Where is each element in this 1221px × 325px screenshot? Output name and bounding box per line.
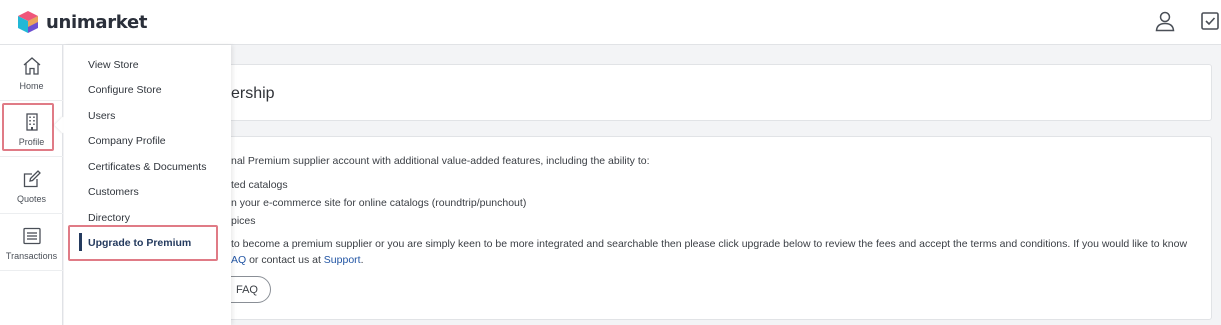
rail-label-quotes: Quotes bbox=[16, 193, 47, 204]
page-title-card: ership bbox=[68, 64, 1212, 121]
user-icon[interactable] bbox=[1154, 10, 1176, 32]
rail-item-quotes[interactable]: Quotes bbox=[0, 158, 63, 214]
edit-icon bbox=[23, 169, 41, 187]
paragraph-mid-text: or contact us at bbox=[246, 254, 324, 266]
faq-link[interactable]: AQ bbox=[231, 254, 246, 266]
submenu-item-upgrade-to-premium[interactable]: Upgrade to Premium bbox=[88, 237, 191, 249]
bullet-item: ted catalogs bbox=[231, 179, 288, 191]
left-rail: Home Profile Quotes Transactions bbox=[0, 45, 63, 325]
submenu-item-certificates-documents[interactable]: Certificates & Documents bbox=[88, 161, 206, 173]
rail-label-profile: Profile bbox=[18, 136, 45, 147]
submenu-item-directory[interactable]: Directory bbox=[88, 212, 130, 224]
paragraph-line-2: AQ or contact us at Support. bbox=[231, 254, 364, 266]
tasks-check-icon[interactable] bbox=[1199, 10, 1221, 32]
submenu-item-users[interactable]: Users bbox=[88, 110, 115, 122]
building-icon bbox=[25, 112, 38, 131]
support-link[interactable]: Support bbox=[324, 254, 361, 266]
upgrade-info-card: nal Premium supplier account with additi… bbox=[68, 136, 1212, 320]
paragraph-end-text: . bbox=[360, 254, 364, 266]
submenu-item-company-profile[interactable]: Company Profile bbox=[88, 135, 166, 147]
unimarket-logo-icon bbox=[18, 11, 38, 33]
top-bar: unimarket bbox=[0, 0, 1221, 45]
rail-item-transactions[interactable]: Transactions bbox=[0, 215, 63, 271]
submenu-item-view-store[interactable]: View Store bbox=[88, 59, 139, 71]
rail-label-transactions: Transactions bbox=[5, 250, 58, 261]
active-indicator bbox=[79, 233, 82, 251]
page-title: ership bbox=[231, 85, 275, 102]
list-icon bbox=[22, 227, 41, 244]
home-icon bbox=[23, 56, 40, 75]
submenu-item-configure-store[interactable]: Configure Store bbox=[88, 84, 162, 96]
bullet-item: pices bbox=[231, 215, 256, 227]
intro-text: nal Premium supplier account with additi… bbox=[231, 155, 650, 167]
bullet-item: n your e-commerce site for online catalo… bbox=[231, 197, 527, 209]
rail-label-home: Home bbox=[19, 80, 44, 91]
rail-item-profile[interactable]: Profile bbox=[0, 101, 63, 157]
paragraph-line-1: to become a premium supplier or you are … bbox=[231, 238, 1188, 250]
logo-text: unimarket bbox=[46, 11, 148, 33]
profile-submenu: View Store Configure Store Users Company… bbox=[64, 45, 231, 325]
rail-item-home[interactable]: Home bbox=[0, 45, 63, 101]
submenu-item-customers[interactable]: Customers bbox=[88, 186, 139, 198]
unimarket-logo[interactable]: unimarket bbox=[16, 10, 147, 34]
